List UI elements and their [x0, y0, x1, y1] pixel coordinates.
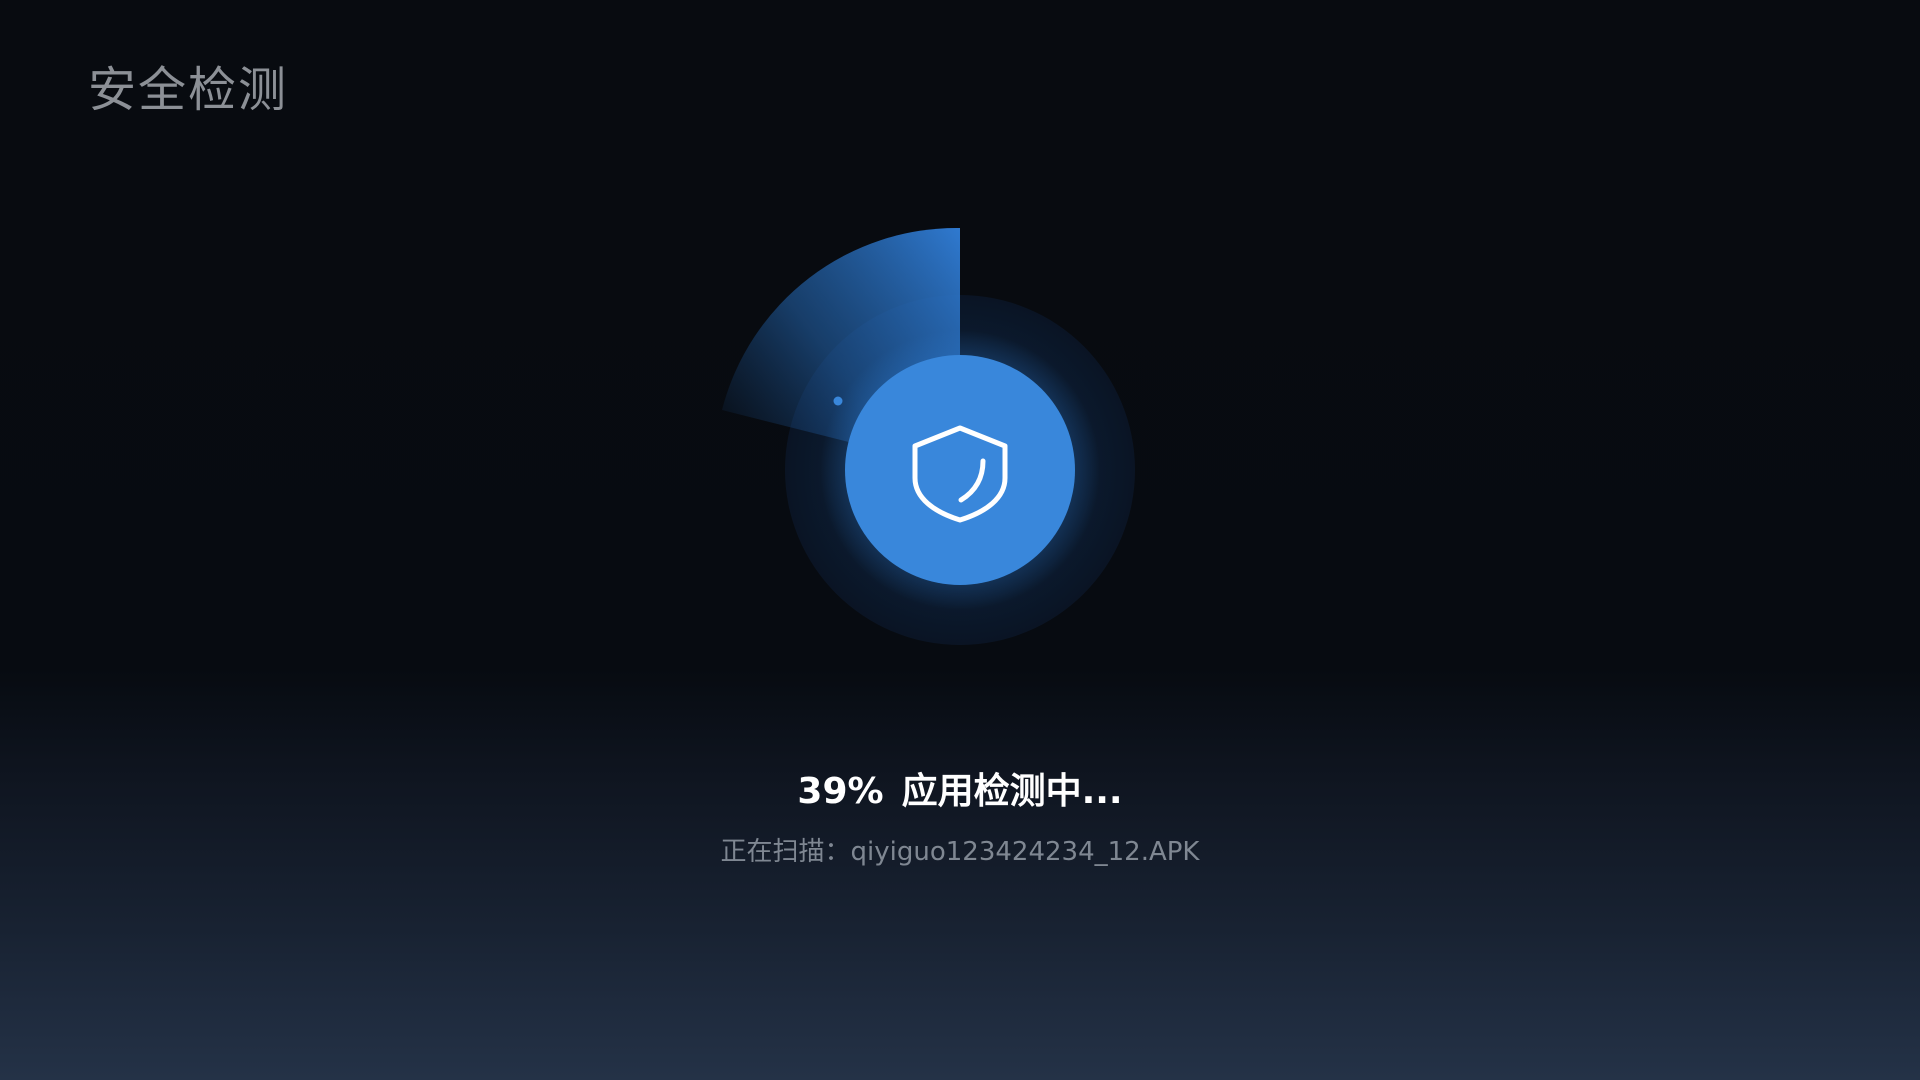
current-file-name: qiyiguo123424234_12.APK — [850, 837, 1200, 867]
status-text: 应用检测中... — [901, 771, 1123, 812]
center-disc — [845, 355, 1075, 585]
scanning-prefix: 正在扫描： — [720, 837, 851, 867]
scan-progress-indicator — [722, 227, 1135, 645]
current-scan-file: 正在扫描：qiyiguo123424234_12.APK — [0, 832, 1920, 872]
radar-dot — [833, 396, 843, 406]
scan-status: 39% 应用检测中... — [0, 764, 1920, 820]
progress-percent: 39% — [797, 771, 884, 812]
